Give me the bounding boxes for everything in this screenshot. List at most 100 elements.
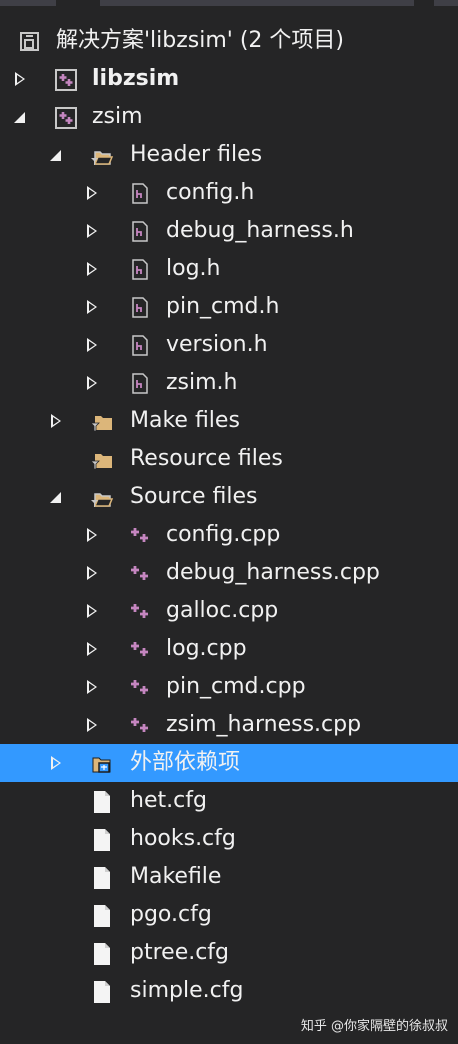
solution-node[interactable]: 解决方案'libzsim' (2 个项目) xyxy=(0,22,458,60)
tree-item-label: debug_harness.h xyxy=(166,218,354,243)
tree-item-label: galloc.cpp xyxy=(166,598,279,623)
cpp-project-icon xyxy=(54,105,78,129)
header-file-icon xyxy=(128,181,152,205)
tree-item-label: zsim.h xyxy=(166,370,238,395)
expand-arrow-icon[interactable] xyxy=(84,668,100,706)
tree-item[interactable]: Source files xyxy=(0,478,458,516)
tree-item-label: het.cfg xyxy=(130,788,207,813)
toolbar-edge xyxy=(100,0,414,6)
text-file-icon xyxy=(90,941,114,965)
tree-item[interactable]: config.h xyxy=(0,174,458,212)
tree-item-label: zsim xyxy=(92,104,143,129)
cpp-file-icon xyxy=(128,599,152,623)
tree-item[interactable]: zsim xyxy=(0,98,458,136)
tree-item-label: Make files xyxy=(130,408,240,433)
tree-item[interactable]: Makefile xyxy=(0,858,458,896)
cpp-file-icon xyxy=(128,523,152,547)
tree-item-label: version.h xyxy=(166,332,268,357)
header-file-icon xyxy=(128,333,152,357)
text-file-icon xyxy=(90,865,114,889)
expand-arrow-icon[interactable] xyxy=(84,326,100,364)
toolbar-edge xyxy=(0,0,56,6)
tree-item[interactable]: zsim.h xyxy=(0,364,458,402)
expand-arrow-icon[interactable] xyxy=(84,516,100,554)
expand-arrow-icon[interactable] xyxy=(84,174,100,212)
expand-arrow-icon[interactable] xyxy=(84,554,100,592)
tree-item[interactable]: het.cfg xyxy=(0,782,458,820)
tree-item[interactable]: debug_harness.cpp xyxy=(0,554,458,592)
text-file-icon xyxy=(90,827,114,851)
cpp-file-icon xyxy=(128,713,152,737)
text-file-icon xyxy=(90,789,114,813)
tree-item-label: zsim_harness.cpp xyxy=(166,712,362,737)
tree-item-label: config.h xyxy=(166,180,255,205)
external-dependencies-icon xyxy=(90,751,114,775)
tree-item-label: pin_cmd.h xyxy=(166,294,280,319)
header-file-icon xyxy=(128,257,152,281)
expand-arrow-icon[interactable] xyxy=(84,288,100,326)
expand-arrow-icon[interactable] xyxy=(48,402,64,440)
filter-folder-icon xyxy=(90,447,114,471)
tree-item[interactable]: Header files xyxy=(0,136,458,174)
expand-arrow-icon[interactable] xyxy=(84,630,100,668)
solution-explorer-tree: 解决方案'libzsim' (2 个项目) libzsim zsim Header … xyxy=(0,22,458,1010)
header-file-icon xyxy=(128,371,152,395)
filter-folder-open-icon xyxy=(90,143,114,167)
tree-item[interactable]: galloc.cpp xyxy=(0,592,458,630)
tree-item[interactable]: pin_cmd.cpp xyxy=(0,668,458,706)
tree-item-label: log.h xyxy=(166,256,221,281)
tree-item-label: 外部依赖项 xyxy=(130,750,241,775)
tree-item[interactable]: version.h xyxy=(0,326,458,364)
expand-arrow-icon[interactable] xyxy=(12,60,28,98)
collapse-arrow-icon[interactable] xyxy=(48,478,64,516)
watermark: 知乎 @你家隔壁的徐叔叔 xyxy=(300,1019,448,1034)
expand-arrow-icon[interactable] xyxy=(84,364,100,402)
top-scroll-edge xyxy=(0,0,458,16)
toolbar-edge xyxy=(434,0,458,6)
expand-arrow-icon[interactable] xyxy=(48,744,64,782)
tree-item[interactable]: log.h xyxy=(0,250,458,288)
tree-item[interactable]: ptree.cfg xyxy=(0,934,458,972)
tree-item-label: pgo.cfg xyxy=(130,902,212,927)
tree-item[interactable]: Resource files xyxy=(0,440,458,478)
cpp-project-icon xyxy=(54,67,78,91)
tree-item-label: hooks.cfg xyxy=(130,826,236,851)
text-file-icon xyxy=(90,903,114,927)
tree-item[interactable]: pin_cmd.h xyxy=(0,288,458,326)
tree-item[interactable]: debug_harness.h xyxy=(0,212,458,250)
expand-arrow-icon[interactable] xyxy=(84,212,100,250)
header-file-icon xyxy=(128,219,152,243)
header-file-icon xyxy=(128,295,152,319)
tree-item-label: libzsim xyxy=(92,66,180,91)
tree-item-label: Source files xyxy=(130,484,258,509)
collapse-arrow-icon[interactable] xyxy=(12,98,28,136)
tree-item[interactable]: zsim_harness.cpp xyxy=(0,706,458,744)
tree-item-label: log.cpp xyxy=(166,636,247,661)
cpp-file-icon xyxy=(128,561,152,585)
cpp-file-icon xyxy=(128,675,152,699)
expand-arrow-icon[interactable] xyxy=(84,250,100,288)
tree-item-label: pin_cmd.cpp xyxy=(166,674,306,699)
filter-folder-open-icon xyxy=(90,485,114,509)
tree-item[interactable]: 外部依赖项 xyxy=(0,744,458,782)
tree-item[interactable]: libzsim xyxy=(0,60,458,98)
text-file-icon xyxy=(90,979,114,1003)
expand-arrow-icon[interactable] xyxy=(84,592,100,630)
tree-item[interactable]: config.cpp xyxy=(0,516,458,554)
tree-item-label: ptree.cfg xyxy=(130,940,230,965)
tree-item-label: Makefile xyxy=(130,864,222,889)
filter-folder-icon xyxy=(90,409,114,433)
tree-item[interactable]: simple.cfg xyxy=(0,972,458,1010)
solution-icon xyxy=(18,29,42,53)
tree-item[interactable]: hooks.cfg xyxy=(0,820,458,858)
tree-item-label: simple.cfg xyxy=(130,978,244,1003)
tree-item[interactable]: Make files xyxy=(0,402,458,440)
solution-title: 解决方案'libzsim' (2 个项目) xyxy=(56,28,344,53)
tree-item-label: config.cpp xyxy=(166,522,281,547)
expand-arrow-icon[interactable] xyxy=(84,706,100,744)
tree-item-label: Resource files xyxy=(130,446,283,471)
tree-item[interactable]: log.cpp xyxy=(0,630,458,668)
collapse-arrow-icon[interactable] xyxy=(48,136,64,174)
tree-item[interactable]: pgo.cfg xyxy=(0,896,458,934)
tree-item-label: Header files xyxy=(130,142,263,167)
